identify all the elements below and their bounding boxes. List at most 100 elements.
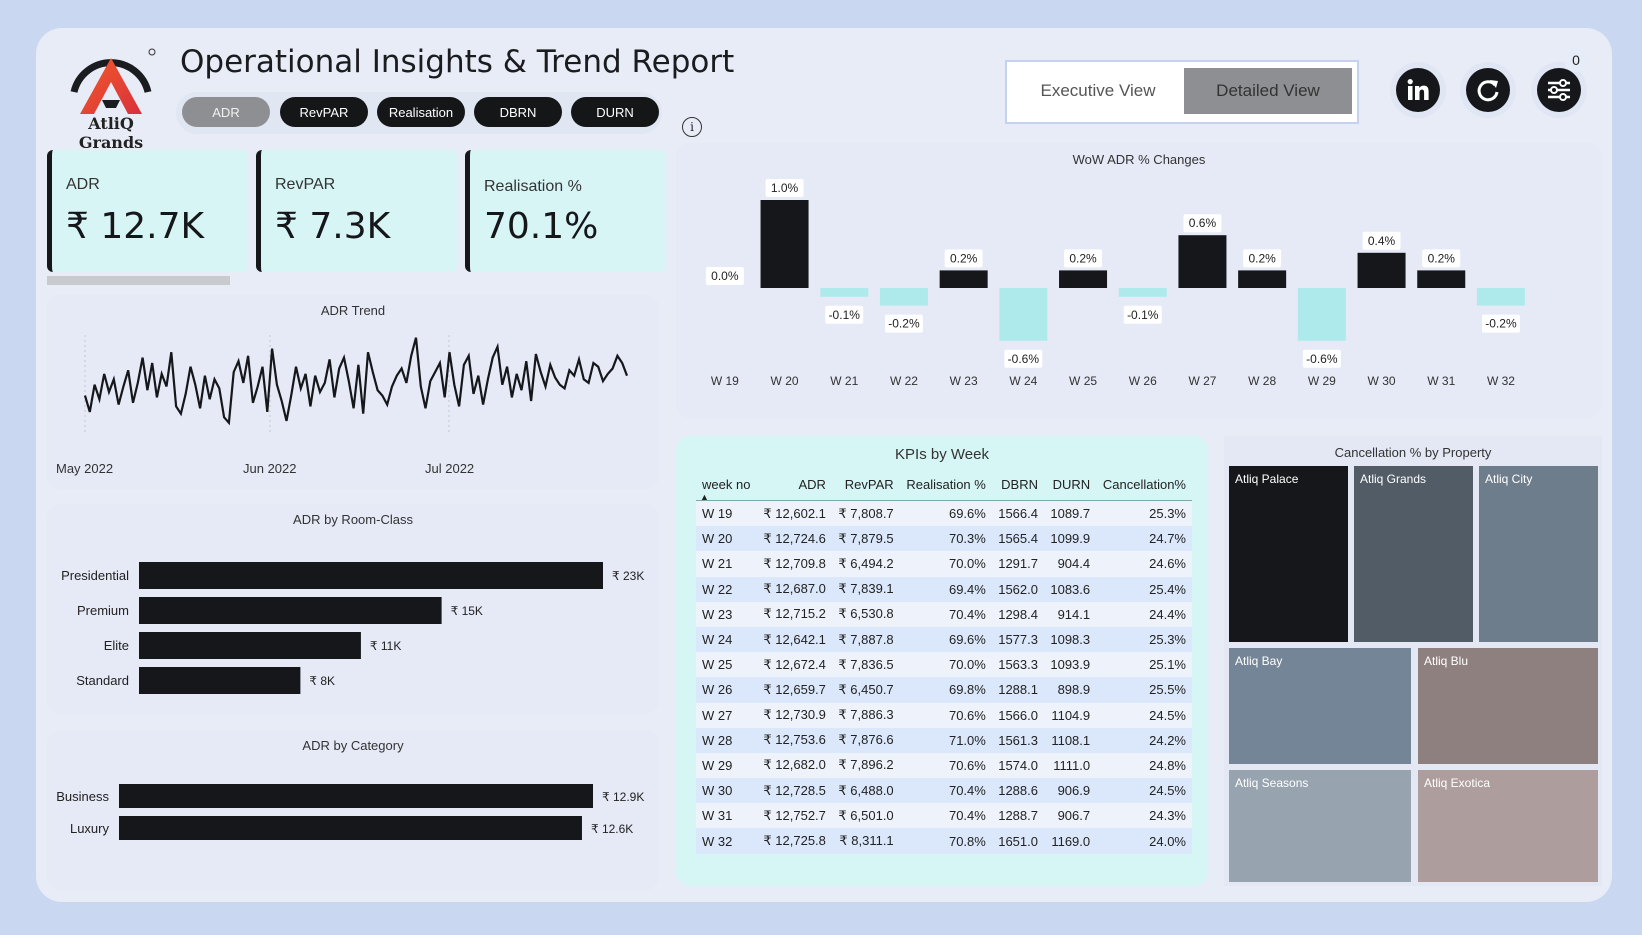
room-class-bar[interactable] [139, 667, 301, 694]
room-class-label: Presidential [61, 568, 129, 583]
table-row[interactable]: W 22 ₹ 12,687.0 ₹ 7,839.1 69.4% 1562.0 1083.6… [696, 576, 1192, 602]
wow-data-label: -0.6% [1008, 352, 1040, 366]
wow-bar[interactable] [939, 270, 988, 288]
col-revpar[interactable]: RevPAR [831, 468, 900, 501]
table-cell: 1298.4 [991, 601, 1044, 627]
wow-bar[interactable] [760, 200, 809, 288]
col-durn[interactable]: DURN [1043, 468, 1097, 501]
tab-durn[interactable]: DURN [571, 97, 659, 127]
treemap-tile-atliq-palace[interactable]: Atliq Palace [1229, 466, 1348, 642]
table-cell: 1089.7 [1043, 500, 1097, 527]
treemap-tile-atliq-seasons[interactable]: Atliq Seasons [1229, 770, 1411, 882]
table-row[interactable]: W 20 ₹ 12,724.6 ₹ 7,879.5 70.3% 1565.4 1099.9… [696, 526, 1192, 552]
wow-bar[interactable] [1476, 288, 1525, 306]
table-row[interactable]: W 24 ₹ 12,642.1 ₹ 7,887.8 69.6% 1577.3 1098.3… [696, 626, 1192, 653]
kpi-table-header: week no ▲ ADR RevPAR Realisation % DBRN D… [696, 468, 1192, 502]
brand-name: AtliQ Grands [78, 114, 144, 152]
tab-realisation[interactable]: Realisation [377, 97, 465, 127]
wow-bar[interactable] [1059, 270, 1108, 288]
tab-adr[interactable]: ADR [182, 97, 270, 127]
wow-bar[interactable] [999, 288, 1048, 341]
col-cancellation[interactable]: Cancellation% [1096, 468, 1192, 501]
sort-asc-icon: ▲ [700, 492, 709, 502]
room-class-value: ₹ 8K [309, 674, 335, 688]
wow-bar[interactable] [879, 288, 928, 306]
table-cell: 1566.4 [991, 500, 1044, 527]
table-cell: ₹ 6,501.0 [831, 803, 900, 829]
col-week-no[interactable]: week no ▲ [696, 468, 757, 502]
table-cell: W 21 [696, 551, 757, 577]
table-row[interactable]: W 30 ₹ 12,728.5 ₹ 6,488.0 70.4% 1288.6 906.9 2… [696, 778, 1192, 804]
col-adr[interactable]: ADR [756, 468, 832, 501]
wow-bar[interactable] [1178, 235, 1227, 288]
category-bar[interactable] [119, 784, 593, 808]
table-row[interactable]: W 32 ₹ 12,725.8 ₹ 8,311.1 70.8% 1651.0 1169.0… [696, 828, 1192, 854]
trend-x-label: Jun 2022 [243, 461, 297, 476]
table-cell: ₹ 12,752.7 [756, 803, 832, 829]
room-class-bar[interactable] [139, 632, 361, 659]
treemap-tile-atliq-blu[interactable]: Atliq Blu [1418, 648, 1598, 764]
table-row[interactable]: W 19 ₹ 12,602.1 ₹ 7,808.7 69.6% 1566.4 1089.7… [696, 500, 1192, 527]
wow-data-label: 0.0% [711, 269, 739, 283]
treemap-tile-atliq-grands[interactable]: Atliq Grands [1354, 466, 1473, 642]
table-cell: ₹ 6,450.7 [831, 677, 900, 703]
room-class-label: Standard [76, 673, 129, 688]
category-bar[interactable] [119, 816, 582, 840]
room-class-label: Elite [104, 638, 129, 653]
wow-data-label: 1.0% [771, 181, 799, 195]
table-cell: ₹ 12,672.4 [756, 652, 832, 678]
wow-x-tick: W 32 [1487, 374, 1515, 388]
col-dbrn[interactable]: DBRN [991, 468, 1044, 501]
tab-revpar[interactable]: RevPAR [280, 97, 368, 127]
table-row[interactable]: W 29 ₹ 12,682.0 ₹ 7,896.2 70.6% 1574.0 1111.0… [696, 752, 1192, 779]
table-cell: 24.5% [1096, 702, 1192, 728]
table-row[interactable]: W 27 ₹ 12,730.9 ₹ 7,886.3 70.6% 1566.0 1104.9… [696, 702, 1192, 728]
treemap-tile-atliq-exotica[interactable]: Atliq Exotica [1418, 770, 1598, 882]
table-cell: ₹ 7,836.5 [831, 652, 900, 678]
category-value: ₹ 12.9K [602, 790, 644, 804]
wow-bar[interactable] [1118, 288, 1167, 297]
wow-x-tick: W 31 [1427, 374, 1455, 388]
wow-data-label: 0.2% [1428, 251, 1456, 265]
linkedin-button[interactable] [1390, 62, 1446, 118]
wow-bar[interactable] [1297, 288, 1346, 341]
table-cell: 25.1% [1096, 652, 1192, 678]
table-cell: ₹ 6,530.8 [831, 601, 900, 627]
wow-bar[interactable] [820, 288, 869, 297]
wow-bar[interactable] [1238, 270, 1287, 288]
tab-dbrn[interactable]: DBRN [474, 97, 562, 127]
treemap-tile-atliq-bay[interactable]: Atliq Bay [1229, 648, 1411, 764]
room-class-label: Premium [77, 603, 129, 618]
kpi-card-revpar: RevPAR ₹ 7.3K [256, 150, 457, 272]
table-row[interactable]: W 26 ₹ 12,659.7 ₹ 6,450.7 69.8% 1288.1 898.9 2… [696, 677, 1192, 703]
table-row[interactable]: W 23 ₹ 12,715.2 ₹ 6,530.8 70.4% 1298.4 914.1 2… [696, 601, 1192, 627]
table-cell: ₹ 7,887.8 [831, 626, 900, 653]
wow-data-label: -0.6% [1306, 352, 1338, 366]
table-cell: 1561.3 [991, 727, 1044, 753]
col-realisation[interactable]: Realisation % [899, 468, 992, 501]
kpi-value: ₹ 7.3K [275, 206, 391, 247]
table-cell: ₹ 6,488.0 [831, 778, 900, 804]
detailed-view-button[interactable]: Detailed View [1184, 68, 1352, 114]
room-class-bar[interactable] [139, 562, 603, 589]
table-cell: ₹ 12,724.6 [756, 526, 832, 552]
treemap-tile-atliq-city[interactable]: Atliq City [1479, 466, 1598, 642]
wow-bar[interactable] [1417, 270, 1466, 288]
table-row[interactable]: W 28 ₹ 12,753.6 ₹ 7,876.6 71.0% 1561.3 1108.1… [696, 727, 1192, 753]
wow-x-tick: W 27 [1188, 374, 1216, 388]
table-row[interactable]: W 31 ₹ 12,752.7 ₹ 6,501.0 70.4% 1288.7 906.7 2… [696, 803, 1192, 829]
table-row[interactable]: W 21 ₹ 12,709.8 ₹ 6,494.2 70.0% 1291.7 904.4 2… [696, 551, 1192, 577]
refresh-button[interactable] [1460, 62, 1516, 118]
table-cell: 24.4% [1096, 601, 1192, 627]
table-cell: 24.0% [1096, 828, 1192, 854]
executive-view-button[interactable]: Executive View [1014, 68, 1182, 114]
wow-bar[interactable] [1357, 252, 1406, 288]
wow-data-label: 0.2% [1069, 251, 1097, 265]
table-row[interactable]: W 25 ₹ 12,672.4 ₹ 7,836.5 70.0% 1563.3 1093.9… [696, 652, 1192, 678]
room-class-bar[interactable] [139, 597, 442, 624]
table-cell: W 22 [696, 576, 757, 602]
wow-data-label: 0.6% [1189, 216, 1217, 230]
info-icon[interactable]: i [682, 117, 702, 137]
wow-x-tick: W 21 [830, 374, 858, 388]
table-cell: 1111.0 [1043, 752, 1097, 779]
